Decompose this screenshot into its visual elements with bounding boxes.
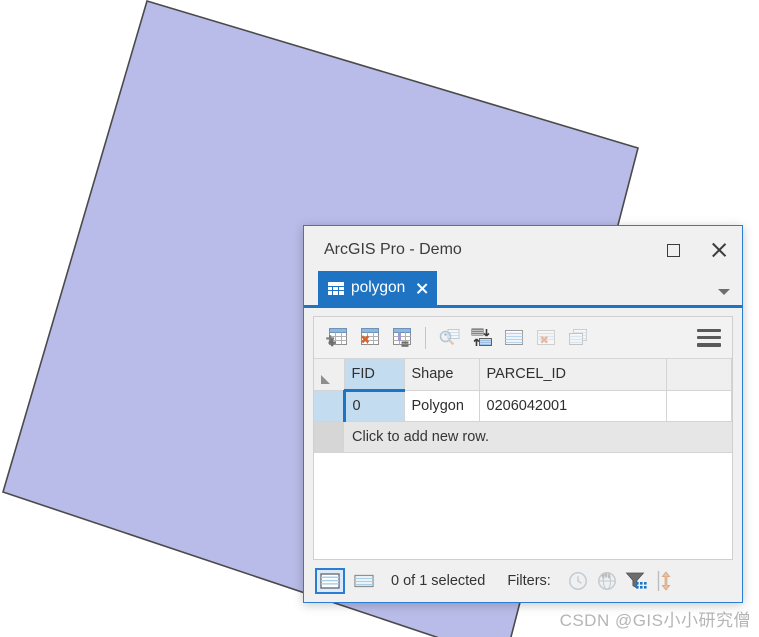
zoom-to-selection-button[interactable]: [435, 322, 465, 354]
add-row-label[interactable]: Click to add new row.: [344, 421, 732, 453]
select-all-corner[interactable]: [314, 359, 345, 391]
tab-polygon[interactable]: polygon: [318, 271, 438, 305]
status-bar: 0 of 1 selected Filters:: [304, 560, 742, 602]
table-grid-icon: [328, 281, 344, 295]
switch-selection-icon: [471, 328, 492, 346]
delete-field-button[interactable]: [354, 322, 384, 354]
calculate-field-icon: [393, 328, 411, 347]
clear-selection-icon: [537, 330, 555, 345]
table-content-frame: FID Shape PARCEL_ID 0 Polygon 0206042001: [313, 316, 733, 560]
maximize-icon: [666, 243, 680, 257]
maximize-button[interactable]: [650, 227, 696, 273]
table-options-menu-button[interactable]: [694, 322, 724, 354]
clock-icon: [568, 572, 587, 590]
close-icon: [710, 241, 728, 259]
time-filter-icon[interactable]: [565, 568, 591, 594]
cell-shape[interactable]: Polygon: [404, 390, 480, 422]
filters-label: Filters:: [507, 573, 551, 589]
select-all-icon: [505, 330, 523, 345]
table-row[interactable]: 0 Polygon 0206042001: [314, 390, 732, 422]
filter-icon-group: [565, 568, 678, 594]
tab-close-icon[interactable]: [415, 282, 428, 295]
table-toolbar: [314, 317, 732, 359]
cell-fid[interactable]: 0: [342, 390, 405, 422]
selection-status-text: 0 of 1 selected: [391, 573, 486, 589]
table-empty-area[interactable]: [314, 452, 732, 559]
corner-triangle-icon: [321, 374, 330, 384]
switch-selection-button[interactable]: [467, 322, 497, 354]
add-field-button[interactable]: [322, 322, 352, 354]
range-filter-icon[interactable]: [594, 568, 620, 594]
attribute-filter-icon[interactable]: [623, 568, 649, 594]
window-controls: [650, 226, 742, 274]
cell-filler: [666, 390, 732, 422]
delete-field-icon: [361, 328, 379, 345]
copy-rows-button[interactable]: [563, 322, 593, 354]
add-field-icon: [326, 328, 347, 347]
hamburger-icon: [697, 328, 721, 347]
window-title: ArcGIS Pro - Demo: [324, 241, 462, 258]
add-new-row[interactable]: Click to add new row.: [314, 421, 732, 453]
column-header-fid[interactable]: FID: [344, 359, 405, 392]
calculate-field-button[interactable]: [386, 322, 416, 354]
sort-arrows-icon[interactable]: [652, 568, 678, 594]
attribute-grid: FID Shape PARCEL_ID 0 Polygon 0206042001: [314, 359, 732, 422]
attribute-table[interactable]: FID Shape PARCEL_ID 0 Polygon 0206042001: [314, 359, 732, 559]
title-bar[interactable]: ArcGIS Pro - Demo: [304, 226, 742, 274]
cell-parcel-id[interactable]: 0206042001: [479, 390, 667, 422]
clear-selection-button[interactable]: [531, 322, 561, 354]
chevron-down-icon[interactable]: [718, 289, 730, 295]
row-selector[interactable]: [314, 390, 345, 422]
add-row-gutter: [314, 421, 344, 453]
range-globe-icon: [597, 572, 616, 590]
watermark-text: CSDN @GIS小小研究僧: [559, 611, 751, 630]
table-header-row: FID Shape PARCEL_ID: [314, 359, 732, 392]
tab-strip: polygon: [304, 271, 742, 308]
attribute-table-window[interactable]: ArcGIS Pro - Demo polygon FID Shape PARC…: [303, 225, 743, 603]
column-header-shape[interactable]: Shape: [404, 359, 480, 391]
table-view-icon: [320, 573, 340, 589]
toolbar-separator: [425, 326, 426, 349]
zoom-to-selection-icon: [439, 329, 460, 346]
tab-label: polygon: [351, 279, 406, 296]
column-header-filler: [666, 359, 732, 391]
funnel-icon: [625, 572, 647, 589]
select-all-button[interactable]: [499, 322, 529, 354]
close-button[interactable]: [696, 227, 742, 273]
copy-rows-icon: [569, 329, 587, 345]
list-view-icon: [354, 574, 374, 588]
table-view-button[interactable]: [315, 568, 345, 594]
list-view-button[interactable]: [349, 568, 379, 594]
column-header-parcel-id[interactable]: PARCEL_ID: [479, 359, 667, 391]
up-down-arrows-icon: [657, 571, 671, 591]
